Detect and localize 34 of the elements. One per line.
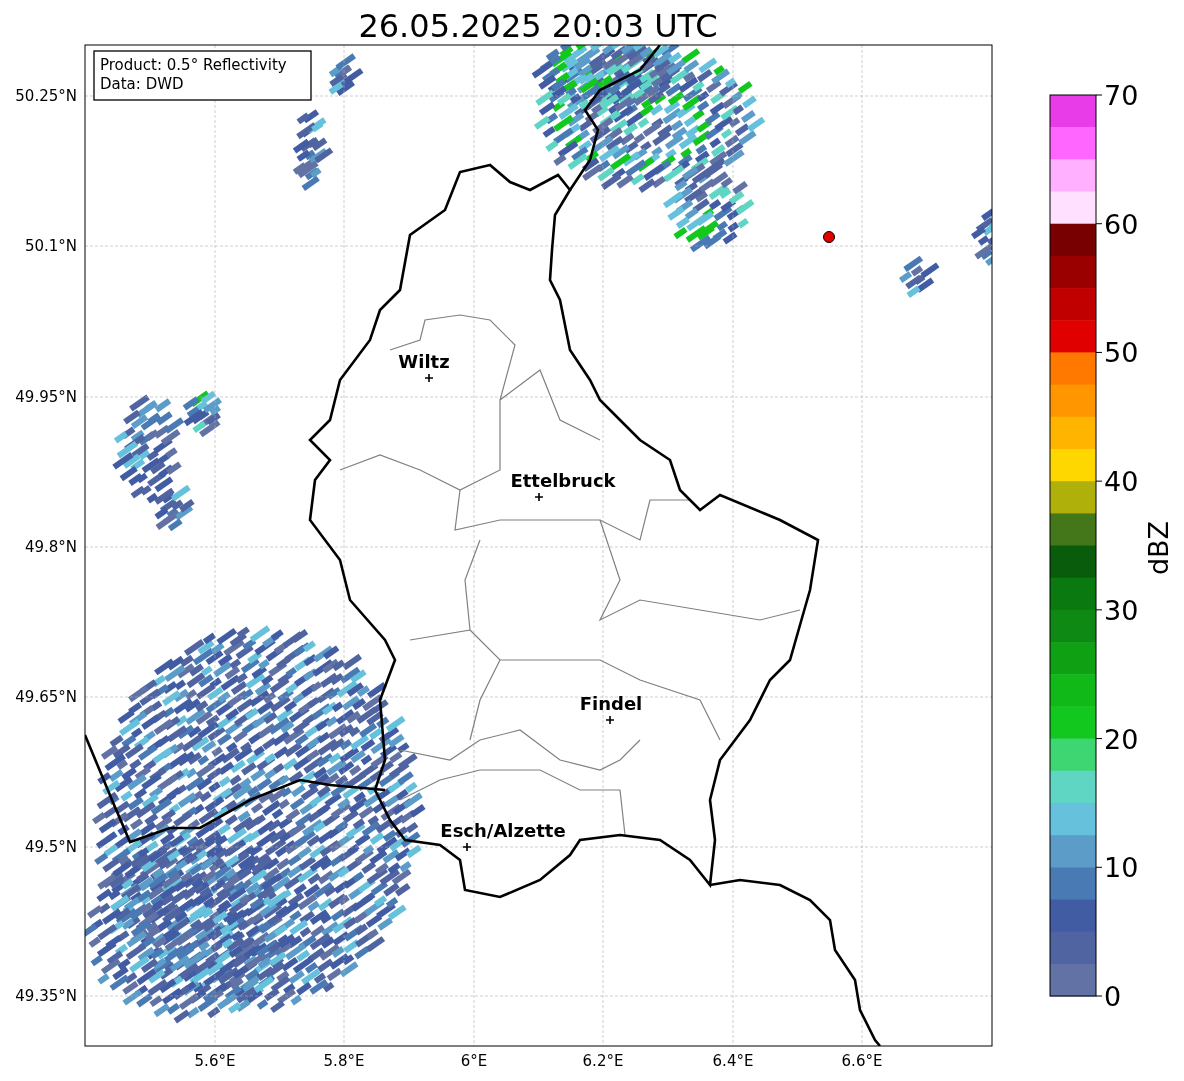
colorbar-tick-label: 30: [1104, 594, 1139, 626]
colorbar-label: dBZ: [1143, 520, 1174, 576]
colorbar-tick-label: 40: [1104, 466, 1139, 498]
latitude-label: 50.1°N: [24, 237, 77, 255]
city-marker-icon: [534, 492, 544, 502]
city-label: Findel: [579, 693, 643, 714]
latitude-label: 49.8°N: [24, 538, 77, 556]
longitude-label: 6.2°E: [582, 1052, 624, 1070]
city-marker-icon: [424, 373, 434, 383]
colorbar-tick-label: 50: [1104, 337, 1139, 369]
radar-site-marker: [823, 231, 835, 243]
colorbar-tick-label: 60: [1104, 208, 1139, 240]
latitude-label: 49.95°N: [15, 388, 77, 406]
city-label: Esch/Alzette: [440, 820, 566, 841]
city-marker-icon: [462, 842, 472, 852]
latitude-label: 49.35°N: [15, 987, 77, 1005]
info-text: Data: DWD: [100, 75, 184, 93]
info-text: Product: 0.5° Reflectivity: [100, 56, 287, 74]
latitude-label: 49.5°N: [24, 838, 77, 856]
city-label: Ettelbruck: [510, 470, 616, 491]
longitude-label: 6.6°E: [841, 1052, 883, 1070]
colorbar-tick-label: 70: [1104, 80, 1139, 111]
plot-title: 26.05.2025 20:03 UTC: [358, 7, 718, 45]
longitude-label: 5.8°E: [323, 1052, 365, 1070]
colorbar-tick-label: 20: [1104, 723, 1139, 755]
colorbar-tick-label: 0: [1104, 981, 1122, 1012]
latitude-label: 50.25°N: [15, 87, 77, 105]
city-label: Wiltz: [398, 351, 450, 372]
longitude-label: 5.6°E: [194, 1052, 236, 1070]
city-marker-icon: [605, 715, 615, 725]
latitude-label: 49.65°N: [15, 688, 77, 706]
colorbar-tick-label: 10: [1104, 852, 1139, 884]
longitude-label: 6°E: [460, 1052, 488, 1070]
longitude-label: 6.4°E: [712, 1052, 754, 1070]
